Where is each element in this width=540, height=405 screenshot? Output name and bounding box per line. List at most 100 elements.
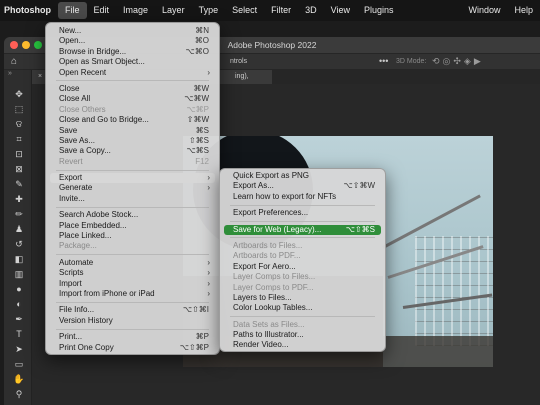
home-icon[interactable]: ⌂ bbox=[11, 56, 17, 67]
marquee-tool-icon[interactable]: ⬚ bbox=[13, 103, 25, 115]
menu-item-label: Import bbox=[59, 278, 82, 288]
export-menu-item-learn-how-to-export-for-nfts[interactable]: Learn how to export for NFTs bbox=[220, 192, 385, 202]
file-menu-item-version-history[interactable]: Version History bbox=[46, 316, 219, 326]
path-select-tool-icon[interactable]: ➤ bbox=[13, 343, 25, 355]
menu-edit[interactable]: Edit bbox=[87, 2, 117, 19]
file-menu-item-generate[interactable]: Generate › bbox=[46, 183, 219, 193]
menu-item-label: Artboards to PDF... bbox=[233, 251, 301, 261]
brush-tool-icon[interactable]: ✏ bbox=[13, 208, 25, 220]
history-brush-tool-icon[interactable]: ↺ bbox=[13, 238, 25, 250]
export-menu-item-quick-export-as-png[interactable]: Quick Export as PNG bbox=[220, 171, 385, 181]
menu-item-label: Layer Comps to Files... bbox=[233, 272, 316, 282]
stamp-tool-icon[interactable]: ♟ bbox=[13, 223, 25, 235]
blur-tool-icon[interactable]: ● bbox=[13, 283, 25, 295]
chevron-right-icon: › bbox=[207, 183, 210, 193]
hand-tool-icon[interactable]: ✋ bbox=[13, 373, 25, 385]
menu-item-label: Save a Copy... bbox=[59, 146, 111, 156]
menu-item-shortcut: ⌘P bbox=[195, 332, 209, 342]
collapse-panel-icon[interactable]: » bbox=[8, 70, 12, 77]
file-menu-item-place-linked[interactable]: Place Linked... bbox=[46, 231, 219, 241]
move-tool-icon[interactable]: ✥ bbox=[13, 88, 25, 100]
menu-item-label: Layer Comps to PDF... bbox=[233, 282, 314, 292]
file-menu-item-open-as-smart-object[interactable]: Open as Smart Object... bbox=[46, 57, 219, 67]
menu-item-label: Close bbox=[59, 83, 80, 93]
menu-3d[interactable]: 3D bbox=[298, 2, 324, 19]
file-menu-item-save-as[interactable]: Save As... ⇧⌘S bbox=[46, 136, 219, 146]
dodge-tool-icon[interactable]: ◐ bbox=[13, 298, 25, 310]
menu-window[interactable]: Window bbox=[461, 2, 507, 19]
menu-select[interactable]: Select bbox=[225, 2, 264, 19]
file-menu-item-close-and-go-to-bridge[interactable]: Close and Go to Bridge... ⇧⌘W bbox=[46, 115, 219, 125]
crop-tool-icon[interactable]: ⊡ bbox=[13, 148, 25, 160]
file-menu-item-scripts[interactable]: Scripts › bbox=[46, 268, 219, 278]
export-submenu: Quick Export as PNG Export As... ⌥⇧⌘W Learn… bbox=[219, 168, 386, 352]
file-menu-item-print[interactable]: Print... ⌘P bbox=[46, 332, 219, 342]
object-select-tool-icon[interactable]: ⌗ bbox=[13, 133, 25, 145]
eraser-tool-icon[interactable]: ◧ bbox=[13, 253, 25, 265]
file-menu-item-invite[interactable]: Invite... bbox=[46, 194, 219, 204]
menu-type[interactable]: Type bbox=[192, 2, 226, 19]
pen-tool-icon[interactable]: ✒ bbox=[13, 313, 25, 325]
menu-item-label: Layers to Files... bbox=[233, 292, 292, 302]
file-menu-item-open[interactable]: Open... ⌘O bbox=[46, 36, 219, 46]
close-window-button[interactable] bbox=[10, 41, 18, 49]
file-menu-item-import-from-iphone-or-ipad[interactable]: Import from iPhone or iPad › bbox=[46, 289, 219, 299]
gradient-tool-icon[interactable]: ▥ bbox=[13, 268, 25, 280]
mac-menu-bar: Photoshop File Edit Image Layer Type Sel… bbox=[0, 0, 540, 21]
file-menu-item-export[interactable]: Export › bbox=[50, 173, 215, 184]
file-menu-item-open-recent[interactable]: Open Recent › bbox=[46, 68, 219, 78]
file-menu-item-print-one-copy[interactable]: Print One Copy ⌥⇧⌘P bbox=[46, 343, 219, 353]
menu-help[interactable]: Help bbox=[507, 2, 540, 19]
menu-item-shortcut: ⌥⌘P bbox=[186, 104, 209, 114]
file-menu-item-file-info[interactable]: File Info... ⌥⇧⌘I bbox=[46, 305, 219, 315]
menu-item-label: Save bbox=[59, 125, 78, 135]
file-menu-item-browse-in-bridge[interactable]: Browse in Bridge... ⌥⌘O bbox=[46, 47, 219, 57]
file-menu-item-place-embedded[interactable]: Place Embedded... bbox=[46, 221, 219, 231]
rectangle-tool-icon[interactable]: ▭ bbox=[13, 358, 25, 370]
tab-close-icon[interactable]: × bbox=[38, 73, 42, 80]
export-menu-item-save-for-web-legacy[interactable]: Save for Web (Legacy)... ⌥⇧⌘S bbox=[224, 224, 381, 235]
menu-item-label: Quick Export as PNG bbox=[233, 171, 310, 180]
menu-layer[interactable]: Layer bbox=[155, 2, 192, 19]
more-options-icon[interactable]: ••• bbox=[379, 56, 388, 66]
export-menu-item-layer-comps-to-pdf: Layer Comps to PDF... bbox=[220, 283, 385, 293]
file-menu-item-close[interactable]: Close ⌘W bbox=[46, 84, 219, 94]
file-menu-item-search-adobe-stock[interactable]: Search Adobe Stock... bbox=[46, 210, 219, 220]
menu-item-label: Save for Web (Legacy)... bbox=[233, 224, 322, 234]
export-menu-item-paths-to-illustrator[interactable]: Paths to Illustrator... bbox=[220, 330, 385, 340]
export-menu-item-render-video[interactable]: Render Video... bbox=[220, 340, 385, 350]
app-menu-photoshop[interactable]: Photoshop bbox=[0, 2, 58, 19]
zoom-tool-icon[interactable]: ⚲ bbox=[13, 388, 25, 400]
file-menu-item-close-all[interactable]: Close All ⌥⌘W bbox=[46, 94, 219, 104]
export-menu-item-layers-to-files[interactable]: Layers to Files... bbox=[220, 293, 385, 303]
file-menu-item-save[interactable]: Save ⌘S bbox=[46, 126, 219, 136]
file-menu-item-automate[interactable]: Automate › bbox=[46, 258, 219, 268]
menu-view[interactable]: View bbox=[324, 2, 357, 19]
menu-item-label: Open... bbox=[59, 36, 86, 46]
menu-item-shortcut: ⌥⇧⌘S bbox=[345, 224, 375, 234]
file-menu-item-import[interactable]: Import › bbox=[46, 279, 219, 289]
menu-item-label: Close Others bbox=[59, 104, 106, 114]
menu-item-shortcut: ⌘W bbox=[193, 83, 209, 93]
eyedropper-tool-icon[interactable]: ✎ bbox=[13, 178, 25, 190]
minimize-window-button[interactable] bbox=[22, 41, 30, 49]
export-menu-item-export-as[interactable]: Export As... ⌥⇧⌘W bbox=[220, 181, 385, 191]
menu-filter[interactable]: Filter bbox=[264, 2, 298, 19]
lasso-tool-icon[interactable]: ଡ bbox=[13, 118, 25, 130]
export-menu-item-color-lookup-tables[interactable]: Color Lookup Tables... bbox=[220, 303, 385, 313]
file-menu-item-new[interactable]: New... ⌘N bbox=[46, 26, 219, 36]
healing-brush-tool-icon[interactable]: ✚ bbox=[13, 193, 25, 205]
menu-plugins[interactable]: Plugins bbox=[357, 2, 401, 19]
export-menu-item-export-for-aero[interactable]: Export For Aero... bbox=[220, 262, 385, 272]
menu-image[interactable]: Image bbox=[116, 2, 155, 19]
menu-item-label: Print One Copy bbox=[59, 342, 114, 352]
menu-file[interactable]: File bbox=[58, 2, 87, 19]
file-menu-item-save-a-copy[interactable]: Save a Copy... ⌥⌘S bbox=[46, 146, 219, 156]
export-menu-item-export-preferences[interactable]: Export Preferences... bbox=[220, 208, 385, 218]
menu-item-label: Scripts bbox=[59, 268, 84, 278]
menu-item-label: Export For Aero... bbox=[233, 261, 296, 271]
type-tool-icon[interactable]: T bbox=[13, 328, 25, 340]
3d-tool-icons[interactable]: ⟲◎✣◈▶ bbox=[432, 56, 484, 67]
zoom-window-button[interactable] bbox=[34, 41, 42, 49]
frame-tool-icon[interactable]: ⊠ bbox=[13, 163, 25, 175]
